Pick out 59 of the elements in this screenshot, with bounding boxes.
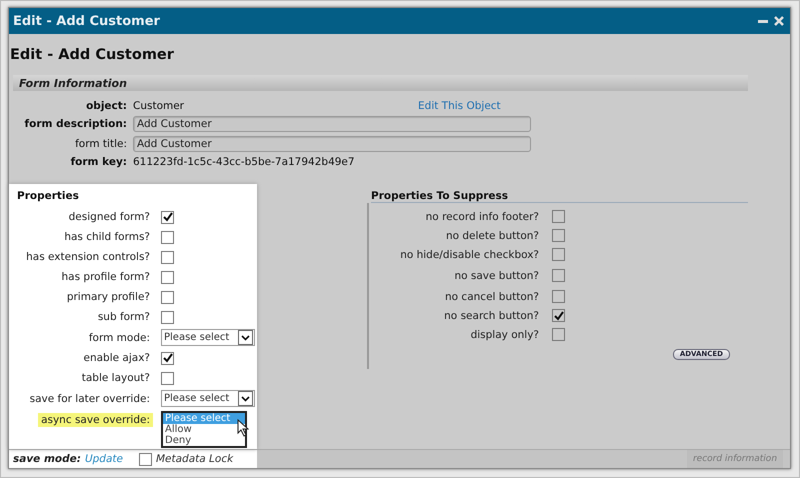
panel-title: Properties (17, 190, 80, 202)
checkbox[interactable] (161, 352, 174, 364)
property-label: sub form? (96, 310, 151, 324)
property-label: has extension controls? (25, 250, 151, 264)
property-label: has child forms? (63, 230, 151, 244)
checkbox[interactable] (161, 290, 174, 304)
chevron-down-icon (238, 330, 253, 345)
window-title: Edit - Add Customer (13, 14, 161, 28)
property-label: enable ajax? (82, 351, 151, 365)
checkbox[interactable] (552, 210, 565, 223)
checkbox[interactable] (552, 328, 565, 341)
record-information-label: record information (687, 450, 783, 468)
checkbox[interactable] (552, 229, 565, 242)
checkmark-icon (162, 212, 172, 222)
checkbox[interactable] (552, 269, 565, 282)
metadata-lock-label: Metadata Lock (156, 453, 234, 465)
property-label: async save override: (38, 412, 153, 426)
checkbox[interactable] (161, 270, 174, 284)
select-dropdown[interactable]: Please select (161, 329, 255, 346)
property-label: no search button? (443, 310, 539, 322)
property-label: no cancel button? (444, 290, 539, 302)
input-field[interactable]: Add Customer (133, 136, 531, 152)
property-label: save for later override: (28, 392, 151, 406)
chevron-down-icon (238, 391, 253, 406)
field-value: 611223fd-1c5c-43cc-b5be-7a17942b49e7 (133, 156, 355, 168)
checkbox[interactable] (161, 310, 174, 324)
property-label: has profile form? (60, 270, 151, 284)
field-value: Customer (133, 100, 184, 112)
checkbox[interactable] (161, 230, 174, 244)
property-label: no delete button? (444, 230, 539, 242)
checkbox[interactable] (138, 452, 152, 466)
section-title: Form Information (19, 76, 127, 90)
field-label: form description: (24, 118, 127, 130)
checkbox[interactable] (552, 248, 565, 261)
checkmark-icon (554, 310, 564, 320)
select-dropdown[interactable]: Please select (161, 390, 255, 407)
property-label: primary profile? (66, 290, 151, 304)
checkbox[interactable] (161, 210, 174, 224)
property-label: no record info footer? (424, 210, 539, 222)
checkbox[interactable] (161, 372, 174, 384)
save-mode-link[interactable]: Update (84, 453, 123, 465)
checkbox[interactable] (161, 250, 174, 264)
checkbox[interactable] (552, 290, 565, 303)
property-label: no hide/disable checkbox? (399, 248, 539, 260)
property-label: form mode: (88, 330, 151, 344)
checkmark-icon (162, 353, 172, 363)
field-label: form key: (70, 156, 127, 168)
property-label: table layout? (80, 371, 151, 385)
save-mode-label: save mode: (13, 453, 81, 465)
field-label: form title: (74, 138, 127, 150)
property-label: designed form? (68, 210, 151, 224)
panel-title: Properties To Suppress (371, 190, 508, 202)
property-label: display only? (470, 328, 539, 340)
input-field[interactable]: Add Customer (133, 116, 531, 132)
field-label: object: (85, 100, 127, 112)
close-icon[interactable] (774, 16, 784, 26)
property-label: no save button? (453, 270, 539, 282)
checkbox[interactable] (552, 309, 565, 322)
page-heading: Edit - Add Customer (10, 47, 175, 63)
